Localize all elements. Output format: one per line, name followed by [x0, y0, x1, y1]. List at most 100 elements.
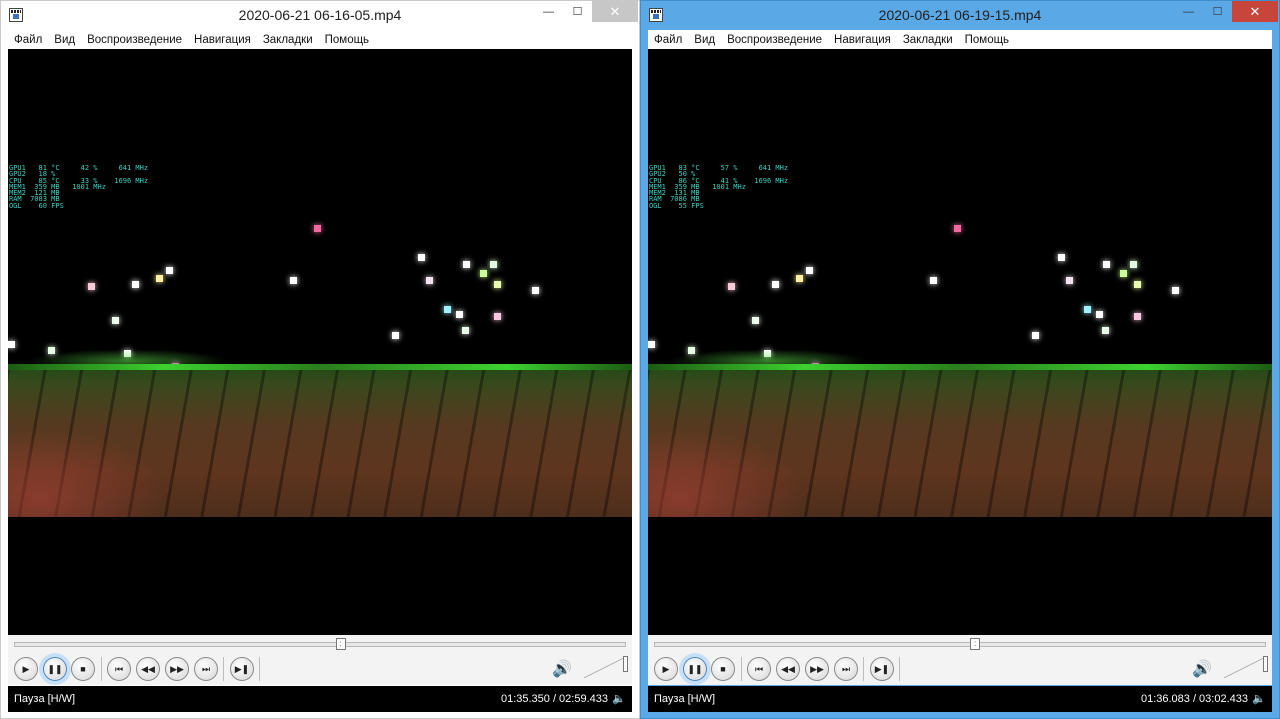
previous-button[interactable]: ⏮ — [107, 657, 131, 681]
particle — [772, 281, 779, 288]
menu-help[interactable]: Помощь — [319, 34, 375, 46]
particle — [88, 283, 95, 290]
player-window-1[interactable]: 2020-06-21 06-16-05.mp4 — ☐ ✕ Файл Вид В… — [0, 0, 640, 719]
particle — [112, 317, 119, 324]
particle — [156, 275, 163, 282]
playback-status: Пауза [H/W] — [654, 693, 716, 705]
performance-overlay: GPU1 81 °C 42 % 641 MHz GPU2 18 % CPU 85 °… — [9, 164, 148, 210]
rewind-button[interactable]: ◀◀ — [776, 657, 800, 681]
menu-navigation[interactable]: Навигация — [188, 34, 257, 46]
playback-controls: : ▶ ❚❚ ■ ⏮ ◀◀ ▶▶ ⏭ ▶❚ 🔊 — [8, 635, 632, 685]
particle — [532, 287, 539, 294]
particle — [132, 281, 139, 288]
menu-bookmarks[interactable]: Закладки — [257, 34, 319, 46]
time-display[interactable]: 01:36.083 / 03:02.433 — [1141, 693, 1248, 705]
play-button[interactable]: ▶ — [654, 657, 678, 681]
separator — [223, 657, 224, 681]
menu-playback[interactable]: Воспроизведение — [721, 34, 828, 46]
particle — [494, 281, 501, 288]
particle — [480, 270, 487, 277]
particle — [1084, 306, 1091, 313]
title-bar[interactable]: 2020-06-21 06-16-05.mp4 — ☐ ✕ — [1, 1, 639, 30]
particle — [1058, 254, 1065, 261]
scene-floor — [648, 364, 1272, 517]
menu-bar: Файл Вид Воспроизведение Навигация Закла… — [648, 30, 1272, 49]
playback-controls: : ▶ ❚❚ ■ ⏮ ◀◀ ▶▶ ⏭ ▶❚ 🔊 — [648, 635, 1272, 685]
stop-button[interactable]: ■ — [711, 657, 735, 681]
frame-step-button[interactable]: ▶❚ — [230, 657, 254, 681]
play-button[interactable]: ▶ — [14, 657, 38, 681]
separator — [863, 657, 864, 681]
next-button[interactable]: ⏭ — [834, 657, 858, 681]
frame-step-button[interactable]: ▶❚ — [870, 657, 894, 681]
previous-button[interactable]: ⏮ — [747, 657, 771, 681]
stop-button[interactable]: ■ — [71, 657, 95, 681]
speaker-icon[interactable]: 🔊 — [552, 659, 572, 679]
particle — [1103, 261, 1110, 268]
menu-view[interactable]: Вид — [688, 34, 721, 46]
menu-help[interactable]: Помощь — [959, 34, 1015, 46]
title-bar[interactable]: 2020-06-21 06-19-15.mp4 — ☐ ✕ — [641, 1, 1279, 30]
time-display[interactable]: 01:35.350 / 02:59.433 — [501, 693, 608, 705]
pause-button[interactable]: ❚❚ — [683, 657, 707, 681]
separator — [741, 657, 742, 681]
menu-view[interactable]: Вид — [48, 34, 81, 46]
particle — [444, 306, 451, 313]
separator — [101, 657, 102, 681]
particle — [954, 225, 961, 232]
mute-icon[interactable]: 🔈 — [612, 692, 626, 705]
status-bar: Пауза [H/W] 01:36.083 / 03:02.433 🔈 — [648, 686, 1272, 712]
particle — [796, 275, 803, 282]
particle — [1172, 287, 1179, 294]
minimize-button[interactable]: — — [1174, 1, 1203, 22]
particle — [418, 254, 425, 261]
seek-thumb[interactable]: : — [335, 638, 346, 650]
volume-slider[interactable] — [584, 656, 628, 678]
seek-bar[interactable] — [14, 642, 626, 647]
particle — [456, 311, 463, 318]
mute-icon[interactable]: 🔈 — [1252, 692, 1266, 705]
hud-ogl: OGL 55 FPS — [649, 201, 704, 210]
forward-button[interactable]: ▶▶ — [805, 657, 829, 681]
particle — [290, 277, 297, 284]
volume-slider[interactable] — [1224, 656, 1268, 678]
video-area[interactable]: GPU1 81 °C 42 % 641 MHz GPU2 18 % CPU 85 °… — [8, 49, 632, 635]
playback-status: Пауза [H/W] — [14, 693, 76, 705]
forward-button[interactable]: ▶▶ — [165, 657, 189, 681]
particle — [1066, 277, 1073, 284]
particle — [490, 261, 497, 268]
particle — [930, 277, 937, 284]
particle — [1096, 311, 1103, 318]
seek-bar[interactable] — [654, 642, 1266, 647]
particle — [1130, 261, 1137, 268]
menu-playback[interactable]: Воспроизведение — [81, 34, 188, 46]
rewind-button[interactable]: ◀◀ — [136, 657, 160, 681]
video-area[interactable]: GPU1 83 °C 57 % 641 MHz GPU2 50 % CPU 86 °… — [648, 49, 1272, 635]
speaker-icon[interactable]: 🔊 — [1192, 659, 1212, 679]
particle — [463, 261, 470, 268]
particle — [648, 341, 655, 348]
minimize-button[interactable]: — — [534, 1, 563, 22]
scene-floor — [8, 364, 632, 517]
menu-file[interactable]: Файл — [8, 34, 48, 46]
pause-button[interactable]: ❚❚ — [43, 657, 67, 681]
separator — [899, 657, 900, 681]
particle — [494, 313, 501, 320]
menu-file[interactable]: Файл — [648, 34, 688, 46]
particle — [1032, 332, 1039, 339]
next-button[interactable]: ⏭ — [194, 657, 218, 681]
particle — [1120, 270, 1127, 277]
particle — [314, 225, 321, 232]
menu-bookmarks[interactable]: Закладки — [897, 34, 959, 46]
menu-navigation[interactable]: Навигация — [828, 34, 897, 46]
player-window-2[interactable]: 2020-06-21 06-19-15.mp4 — ☐ ✕ Файл Вид В… — [640, 0, 1280, 719]
close-button[interactable]: ✕ — [1232, 1, 1278, 22]
close-button[interactable]: ✕ — [592, 1, 638, 22]
particle — [1134, 281, 1141, 288]
maximize-button[interactable]: ☐ — [1203, 1, 1232, 22]
status-bar: Пауза [H/W] 01:35.350 / 02:59.433 🔈 — [8, 686, 632, 712]
maximize-button[interactable]: ☐ — [563, 1, 592, 22]
seek-thumb[interactable]: : — [970, 638, 981, 650]
particle — [752, 317, 759, 324]
hud-ogl: OGL 60 FPS — [9, 201, 64, 210]
